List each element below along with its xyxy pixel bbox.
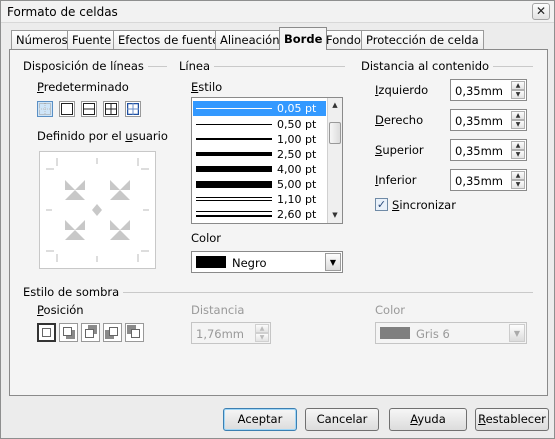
line-heading: Línea: [179, 59, 215, 73]
increment-icon[interactable]: ▲: [511, 81, 525, 90]
line-color-select[interactable]: Negro ▼: [191, 251, 343, 273]
line-style-list[interactable]: 0,05 pt 0,50 pt 1,00 pt 2,50 pt 4,00 pt …: [191, 97, 343, 224]
shadow-distance-field[interactable]: 1,76mm ▲ ▼: [191, 322, 271, 344]
checkmark-icon: ✓: [376, 198, 387, 211]
close-icon: ✕: [535, 4, 547, 18]
no-shadow-icon: [42, 328, 51, 337]
list-item[interactable]: 5,00 pt: [193, 177, 326, 192]
close-button[interactable]: ✕: [532, 3, 550, 20]
tab-proteccion-de-celda[interactable]: Protección de celda: [361, 30, 484, 49]
shadow-bottom-left-button[interactable]: [103, 323, 122, 342]
reset-button[interactable]: Restablecer: [475, 408, 549, 431]
tab-fuente[interactable]: Fuente: [67, 30, 117, 49]
left-spacing-label: Izquierdo: [375, 83, 429, 97]
spacing-heading: Distancia al contenido: [361, 59, 494, 73]
scroll-up-icon[interactable]: ▲: [328, 98, 342, 112]
tab-numeros[interactable]: Números: [11, 30, 73, 49]
top-spacing-field[interactable]: 0,35mm ▲ ▼: [450, 139, 527, 161]
right-spacing-label: Derecho: [375, 113, 424, 127]
synchronize-label[interactable]: Sincronizar: [392, 198, 456, 212]
shadow-heading: Estilo de sombra: [23, 285, 124, 299]
top-spacing-label: Superior: [375, 143, 424, 157]
list-item[interactable]: 1,00 pt: [193, 132, 326, 147]
chevron-down-icon[interactable]: ▼: [509, 324, 525, 342]
all-borders-icon: [105, 103, 117, 115]
default-label: Predeterminado: [37, 80, 129, 94]
line-color-label: Color: [191, 231, 222, 245]
preset-outer-border[interactable]: [59, 101, 75, 117]
user-defined-label: Definido por el usuario: [37, 129, 168, 143]
preset-outer-keep-inner[interactable]: [125, 101, 141, 117]
shadow-none-button[interactable]: [37, 323, 56, 342]
shadow-top-right-button[interactable]: [81, 323, 100, 342]
preset-outer-and-all-inner[interactable]: [103, 101, 119, 117]
list-item[interactable]: 4,00 pt: [193, 162, 326, 177]
help-button[interactable]: Ayuda: [389, 408, 467, 431]
shadow-position-label: Posición: [37, 303, 84, 317]
increment-icon[interactable]: ▲: [511, 111, 525, 120]
ok-button[interactable]: Aceptar: [223, 408, 297, 431]
tab-efectos-de-fuente[interactable]: Efectos de fuente: [113, 30, 225, 49]
style-list-scrollbar[interactable]: ▲ ▼: [327, 98, 342, 223]
outer-border-icon: [61, 103, 73, 115]
list-item[interactable]: 0,05 pt: [193, 101, 326, 116]
increment-icon[interactable]: ▲: [511, 141, 525, 150]
right-spacing-field[interactable]: 0,35mm ▲ ▼: [450, 109, 527, 131]
shadow-color-select[interactable]: Gris 6 ▼: [375, 322, 527, 344]
tab-alineacion[interactable]: Alineación: [215, 30, 285, 49]
shadow-bottom-right-button[interactable]: [59, 323, 78, 342]
scroll-down-icon[interactable]: ▼: [328, 208, 342, 222]
list-item[interactable]: 1,10 pt: [193, 192, 326, 207]
preset-outer-and-horizontal[interactable]: [81, 101, 97, 117]
tab-fondo[interactable]: Fondo: [321, 30, 366, 49]
decrement-icon[interactable]: ▼: [511, 120, 525, 129]
shadow-distance-label: Distancia: [191, 303, 245, 317]
synchronize-checkbox[interactable]: ✓: [375, 198, 388, 211]
no-borders-icon: [39, 103, 51, 115]
shadow-color-label: Color: [375, 303, 406, 317]
scroll-thumb[interactable]: [329, 122, 341, 144]
outer-horizontal-border-icon: [83, 103, 95, 115]
format-cells-dialog: Formato de celdas ✕ Números Fuente Efect…: [0, 0, 555, 439]
list-item[interactable]: 0,50 pt: [193, 117, 326, 132]
list-item[interactable]: 2,50 pt: [193, 147, 326, 162]
left-spacing-field[interactable]: 0,35mm ▲ ▼: [450, 79, 527, 101]
decrement-icon[interactable]: ▼: [255, 333, 269, 342]
preset-no-borders[interactable]: [37, 101, 53, 117]
increment-icon[interactable]: ▲: [255, 324, 269, 333]
decrement-icon[interactable]: ▼: [511, 180, 525, 189]
title-bar: Formato de celdas ✕: [1, 1, 554, 23]
color-swatch: [380, 327, 410, 339]
decrement-icon[interactable]: ▼: [511, 90, 525, 99]
outer-border-keep-inner-icon: [127, 103, 139, 115]
decrement-icon[interactable]: ▼: [511, 150, 525, 159]
color-swatch: [196, 256, 226, 268]
bottom-spacing-label: Inferior: [375, 173, 417, 187]
shadow-top-left-button[interactable]: [125, 323, 144, 342]
cancel-button[interactable]: Cancelar: [305, 408, 379, 431]
style-label: Estilo: [191, 80, 223, 94]
user-defined-border-preview[interactable]: [39, 151, 156, 269]
border-preview-graphic: [46, 158, 149, 262]
bottom-spacing-field[interactable]: 0,35mm ▲ ▼: [450, 169, 527, 191]
increment-icon[interactable]: ▲: [511, 171, 525, 180]
line-arrangement-heading: Disposición de líneas: [23, 59, 148, 73]
list-item[interactable]: 2,60 pt: [193, 207, 326, 222]
chevron-down-icon[interactable]: ▼: [325, 253, 341, 271]
dialog-title: Formato de celdas: [7, 5, 118, 19]
tab-borde[interactable]: Borde: [279, 27, 328, 50]
